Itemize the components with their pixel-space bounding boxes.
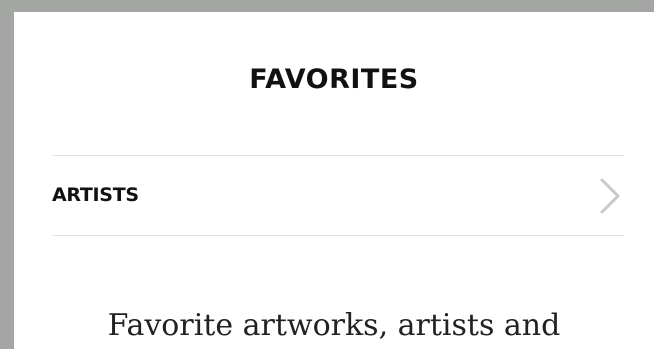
list-item-artists[interactable]: ARTISTS (52, 156, 624, 235)
list-item-label: ARTISTS (52, 184, 139, 206)
empty-state-message: Favorite artworks, artists and (107, 308, 561, 343)
chevron-right-icon (598, 176, 622, 216)
favorites-panel: FAVORITES ARTISTS Favorite artworks, art… (14, 12, 654, 349)
divider (52, 235, 624, 236)
page-title: FAVORITES (249, 64, 419, 95)
